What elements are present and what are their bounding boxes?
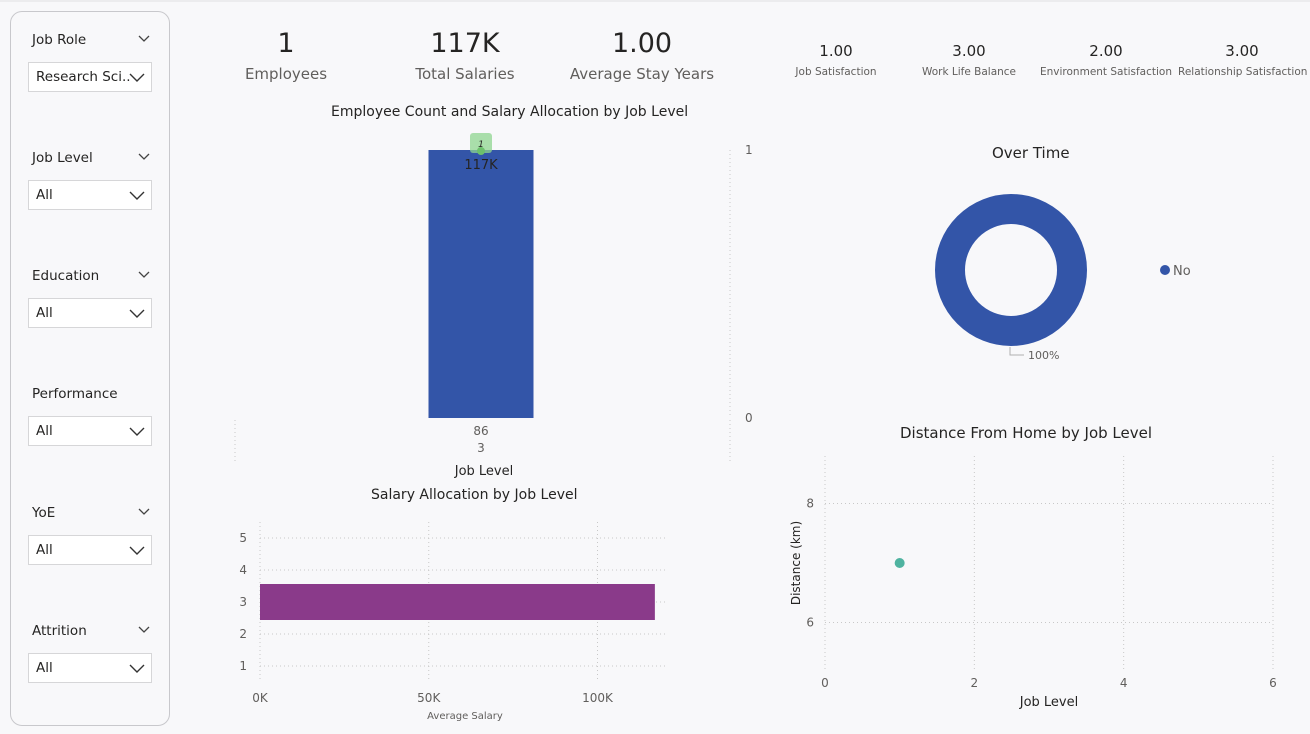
kpi-employees: 1 Employees [216, 27, 356, 84]
overtime-chart: 100% No [935, 194, 1191, 362]
slicer-title: YoE [32, 505, 56, 521]
chevron-down-icon [129, 73, 145, 82]
dropdown-value: All [36, 542, 53, 558]
kpi-value: 1 [277, 28, 295, 59]
x-tick-label: 0 [821, 676, 829, 690]
attrition-dropdown[interactable]: All [28, 653, 152, 683]
y-tick-label: 5 [239, 531, 247, 545]
combo-chart-title: Employee Count and Salary Allocation by … [331, 104, 689, 120]
bar-job-level-3 [428, 150, 534, 418]
kpi-value: 1.00 [819, 42, 853, 60]
slicer-title: Education [32, 268, 100, 284]
dropdown-value: Research Sci... [36, 69, 130, 85]
y2-tick-label: 0 [745, 411, 753, 425]
y-tick-label: 2 [239, 627, 247, 641]
bar-data-label: 117K [464, 158, 498, 173]
x-tick-label: 0K [252, 691, 269, 705]
dropdown-value: All [36, 660, 53, 676]
kpi-work-life-balance: 3.00 Work Life Balance [914, 41, 1024, 79]
filter-panel: Job Role Research Sci... Job Level All E… [10, 11, 170, 726]
bar-job-level-3 [260, 584, 655, 620]
kpi-label: Total Salaries [415, 65, 515, 83]
kpi-job-satisfaction: 1.00 Job Satisfaction [786, 41, 886, 79]
chevron-down-icon[interactable] [137, 32, 151, 46]
kpi-environment-satisfaction: 2.00 Environment Satisfaction [1040, 41, 1172, 79]
y-tick-label: 1 [239, 659, 247, 673]
donut-slice-no [935, 194, 1087, 346]
job-level-dropdown[interactable]: All [28, 180, 152, 210]
slicer-title: Job Role [32, 32, 87, 48]
kpi-relationship-satisfaction: 3.00 Relationship Satisfaction [1178, 41, 1308, 79]
kpi-label: Environment Satisfaction [1040, 66, 1173, 78]
chevron-down-icon [129, 546, 145, 555]
slicer-yoe: YoE All [11, 505, 171, 569]
x-axis-title: Average Salary [427, 711, 503, 722]
kpi-label: Average Stay Years [569, 65, 715, 83]
distance-chart: 0 2 4 6 6 8 Job Level Distance (km) [789, 456, 1277, 710]
slicer-job-role: Job Role Research Sci... [11, 32, 171, 96]
kpi-total-salaries: 117K Total Salaries [385, 27, 545, 84]
kpi-value: 117K [430, 28, 500, 59]
chevron-down-icon [129, 427, 145, 436]
kpi-label: Work Life Balance [921, 66, 1017, 78]
y-axis-title: Distance (km) [789, 521, 803, 605]
dropdown-value: All [36, 305, 53, 321]
slicer-education: Education All [11, 268, 171, 332]
x-sub-label: 86 [473, 424, 488, 438]
slice-leader-line [1009, 347, 1024, 356]
legend-marker [1160, 265, 1170, 275]
kpi-label: Relationship Satisfaction [1178, 66, 1308, 78]
slicer-performance: Performance All [11, 386, 171, 450]
y-tick-label: 4 [239, 563, 247, 577]
x-axis-title: Job Level [1019, 695, 1079, 710]
x-tick-label: 50K [417, 691, 441, 705]
slicer-title: Job Level [32, 150, 93, 166]
x-tick-label: 4 [1120, 676, 1128, 690]
education-dropdown[interactable]: All [28, 298, 152, 328]
dropdown-value: All [36, 187, 53, 203]
chevron-down-icon[interactable] [137, 268, 151, 282]
x-tick-label: 2 [971, 676, 979, 690]
slicer-title: Performance [32, 386, 118, 402]
scatter-point [894, 558, 905, 568]
slicer-attrition: Attrition All [11, 623, 171, 687]
y2-tick-label: 1 [745, 143, 753, 157]
dropdown-value: All [36, 423, 53, 439]
salary-chart: 123450K 50K 100KAverage Salary [239, 522, 665, 722]
combo-chart: 117K101863Job Level [234, 133, 753, 479]
chevron-down-icon [129, 664, 145, 673]
job-role-dropdown[interactable]: Research Sci... [28, 62, 152, 92]
distance-chart-title: Distance From Home by Job Level [900, 424, 1153, 442]
chevron-down-icon [129, 309, 145, 318]
kpi-value: 1.00 [611, 28, 673, 59]
chevron-down-icon[interactable] [137, 150, 151, 164]
kpi-value: 2.00 [1089, 42, 1123, 60]
kpi-label: Employees [244, 65, 328, 83]
y-tick-label: 3 [239, 595, 247, 609]
chevron-down-icon[interactable] [137, 623, 151, 637]
y-tick-label: 6 [806, 615, 814, 629]
x-tick-label: 100K [582, 691, 614, 705]
legend-label: No [1173, 264, 1191, 279]
line-marker [477, 147, 485, 155]
slicer-title: Attrition [32, 623, 87, 639]
kpi-average-stay: 1.00 Average Stay Years [562, 27, 722, 84]
top-border [0, 0, 1310, 2]
overtime-chart-title: Over Time [992, 144, 1070, 162]
yoe-dropdown[interactable]: All [28, 535, 152, 565]
chevron-down-icon[interactable] [137, 505, 151, 519]
salary-chart-title: Salary Allocation by Job Level [371, 487, 578, 503]
chevron-down-icon [129, 191, 145, 200]
slicer-job-level: Job Level All [11, 150, 171, 214]
y-tick-label: 8 [806, 497, 814, 511]
performance-dropdown[interactable]: All [28, 416, 152, 446]
kpi-value: 3.00 [952, 42, 986, 60]
slice-pct-label: 100% [1028, 349, 1059, 362]
kpi-label: Job Satisfaction [795, 66, 877, 78]
kpi-value: 3.00 [1225, 42, 1259, 60]
x-axis-title: Job Level [454, 464, 514, 479]
x-tick-label: 6 [1269, 676, 1277, 690]
x-tick-label: 3 [477, 441, 485, 455]
